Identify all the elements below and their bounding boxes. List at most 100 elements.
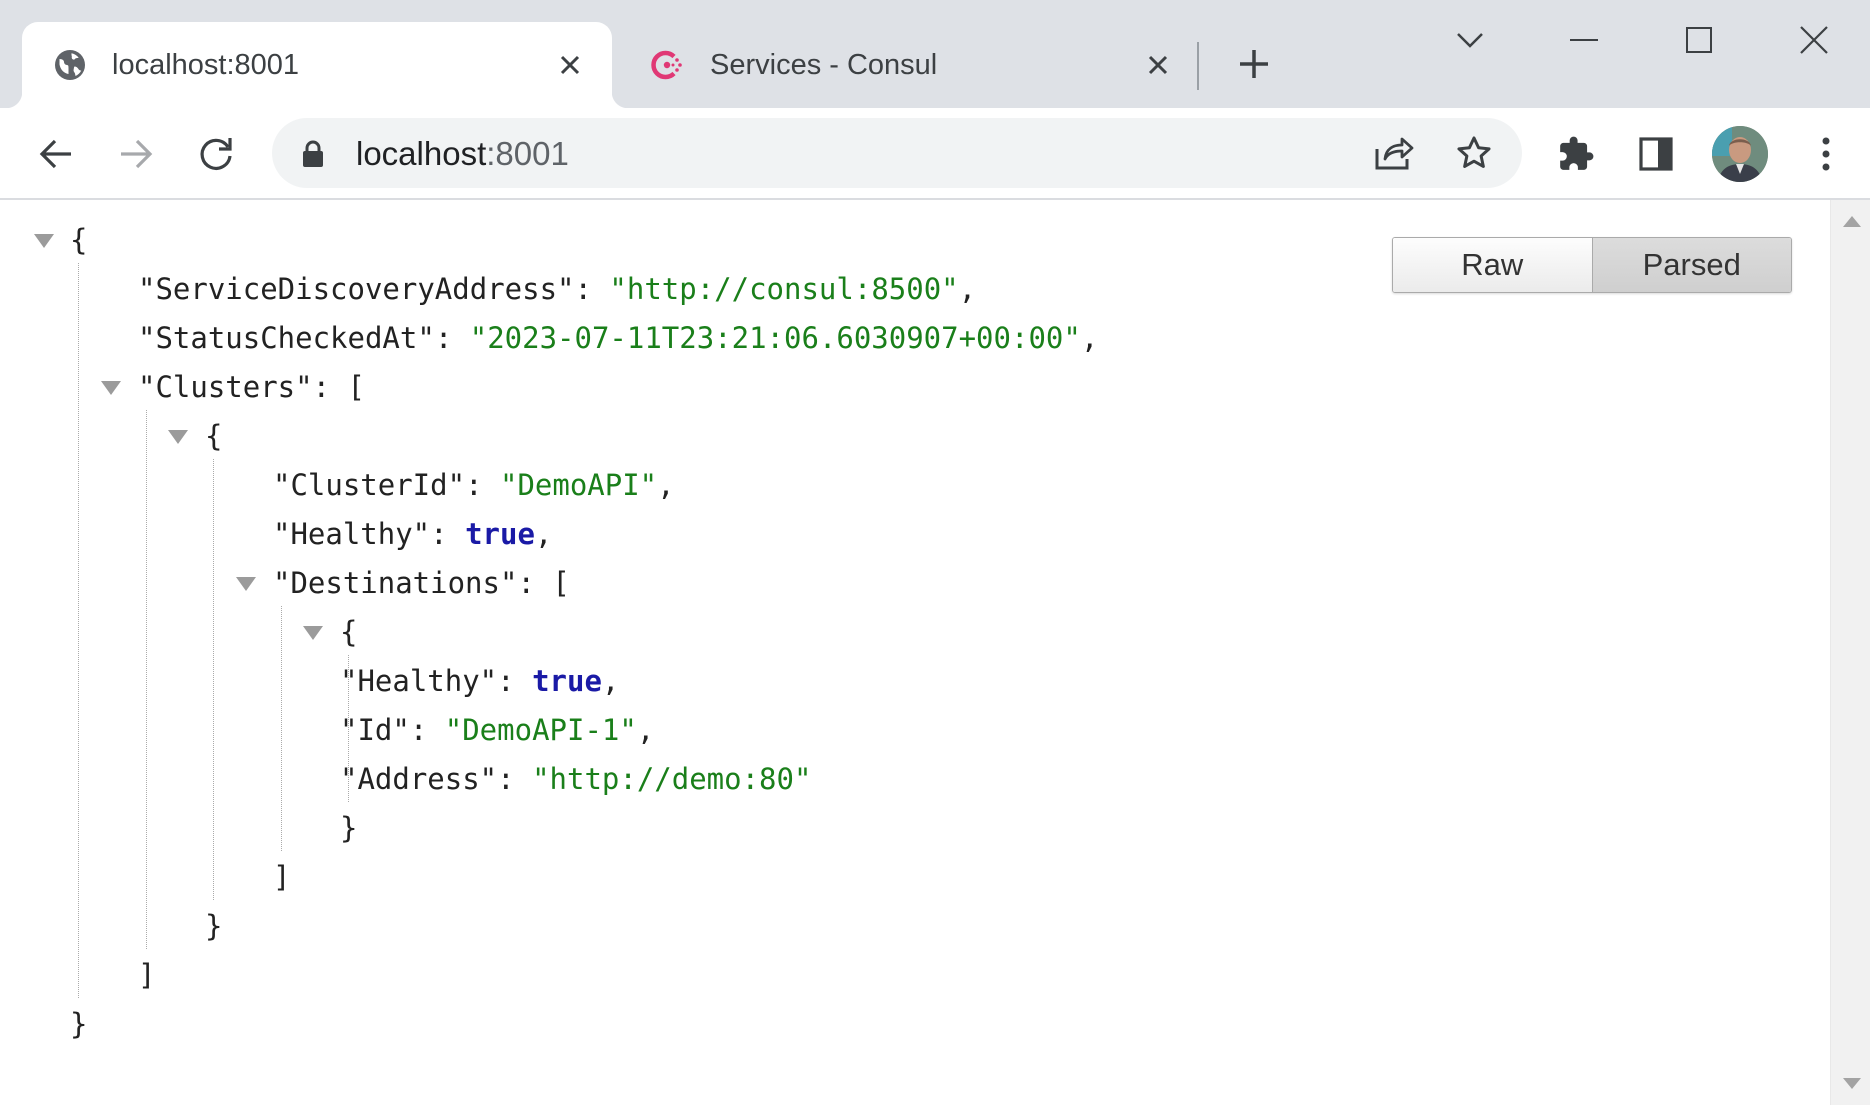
json-line: { <box>70 220 87 260</box>
collapse-toggle-icon[interactable] <box>101 381 121 395</box>
tab-localhost[interactable]: localhost:8001 <box>6 22 628 108</box>
json-line: "Destinations": [ <box>273 563 570 603</box>
json-line: "Id": "DemoAPI-1", <box>340 710 654 750</box>
parsed-button[interactable]: Parsed <box>1591 238 1791 292</box>
json-comma: , <box>636 713 655 747</box>
address-bar[interactable]: localhost:8001 <box>272 118 1522 188</box>
json-colon: : <box>312 370 348 404</box>
share-icon[interactable] <box>1374 133 1414 173</box>
json-key: "Clusters" <box>138 370 313 404</box>
json-key: "ServiceDiscoveryAddress" <box>138 272 575 306</box>
collapse-toggle-icon[interactable] <box>303 626 323 640</box>
json-line: ] <box>138 955 155 995</box>
json-line: ] <box>273 857 290 897</box>
extensions-puzzle-icon[interactable] <box>1552 130 1600 178</box>
indent-guide <box>213 459 214 900</box>
tab-search-chevron-icon[interactable] <box>1446 18 1494 62</box>
json-line: "ClusterId": "DemoAPI", <box>273 465 675 505</box>
json-key: "StatusCheckedAt" <box>138 321 435 355</box>
json-key: "Healthy" <box>340 664 498 698</box>
json-line: } <box>70 1004 87 1044</box>
browser-toolbar: localhost:8001 <box>0 108 1870 200</box>
scroll-up-arrow-icon[interactable] <box>1843 216 1861 227</box>
json-colon: : <box>434 321 470 355</box>
json-string-value: "http://demo:80" <box>532 762 812 796</box>
json-bracket: { <box>205 419 223 453</box>
tab-title: Services - Consul <box>710 48 938 81</box>
json-line: "Address": "http://demo:80" <box>340 759 811 799</box>
json-colon: : <box>517 566 553 600</box>
indent-guide <box>348 655 349 802</box>
tab-services-consul[interactable]: Services - Consul <box>620 22 1180 108</box>
back-arrow-icon[interactable] <box>32 130 80 178</box>
raw-parsed-toggle: Raw Parsed <box>1392 237 1792 293</box>
json-line: { <box>340 612 357 652</box>
json-colon: : <box>465 468 500 502</box>
json-comma: , <box>534 517 553 551</box>
json-line: } <box>205 906 222 946</box>
lock-icon[interactable] <box>302 140 324 173</box>
indent-guide <box>281 606 282 851</box>
side-panel-icon[interactable] <box>1632 130 1680 178</box>
raw-button[interactable]: Raw <box>1393 238 1592 292</box>
indent-guide <box>146 410 147 949</box>
json-line: } <box>340 808 357 848</box>
vertical-scrollbar[interactable] <box>1830 200 1870 1105</box>
json-key: "Healthy" <box>273 517 431 551</box>
json-comma: , <box>601 664 620 698</box>
json-key: "Address" <box>340 762 498 796</box>
collapse-toggle-icon[interactable] <box>236 577 256 591</box>
json-viewer: { "ServiceDiscoveryAddress": "http://cons… <box>0 200 1830 1105</box>
json-bracket: } <box>340 811 358 845</box>
bookmark-star-icon[interactable] <box>1454 133 1494 173</box>
json-line: "Healthy": true, <box>340 661 619 701</box>
maximize-icon[interactable] <box>1675 18 1723 62</box>
new-tab-plus-icon[interactable] <box>1234 44 1274 84</box>
more-menu-icon[interactable] <box>1802 130 1850 178</box>
url-text[interactable]: localhost:8001 <box>356 135 569 173</box>
json-boolean-value: true <box>532 664 602 698</box>
globe-icon <box>52 47 88 83</box>
forward-arrow-icon[interactable] <box>112 130 160 178</box>
json-colon: : <box>574 272 610 306</box>
json-key: "ClusterId" <box>273 468 466 502</box>
json-boolean-value: true <box>465 517 535 551</box>
url-host: localhost <box>356 135 487 172</box>
json-comma: , <box>958 272 977 306</box>
tab-close-icon[interactable] <box>552 47 588 83</box>
json-bracket: ] <box>273 860 291 894</box>
json-bracket: { <box>340 615 358 649</box>
collapse-toggle-icon[interactable] <box>168 430 188 444</box>
profile-avatar[interactable] <box>1712 126 1768 182</box>
tab-close-icon[interactable] <box>1140 47 1176 83</box>
tab-strip: localhost:8001 Services - Consul <box>0 0 1870 108</box>
json-line: "ServiceDiscoveryAddress": "http://consu… <box>138 269 976 309</box>
json-colon: : <box>497 762 533 796</box>
json-comma: , <box>657 468 675 502</box>
minimize-icon[interactable] <box>1560 18 1608 62</box>
collapse-toggle-icon[interactable] <box>34 234 54 248</box>
reload-icon[interactable] <box>192 130 240 178</box>
json-bracket: { <box>70 223 88 257</box>
tab-separator <box>1197 42 1199 90</box>
json-bracket: [ <box>552 566 570 600</box>
json-string-value: "DemoAPI" <box>499 468 658 502</box>
json-comma: , <box>1080 321 1099 355</box>
json-bracket: } <box>205 909 223 943</box>
json-string-value: "DemoAPI-1" <box>444 713 637 747</box>
json-line: { <box>205 416 222 456</box>
window-close-icon[interactable] <box>1790 18 1838 62</box>
json-colon: : <box>409 713 445 747</box>
json-bracket: [ <box>347 370 365 404</box>
scroll-down-arrow-icon[interactable] <box>1843 1078 1861 1089</box>
json-key: "Id" <box>340 713 410 747</box>
json-bracket: } <box>70 1007 88 1041</box>
json-line: "Clusters": [ <box>138 367 365 407</box>
json-key: "Destinations" <box>273 566 518 600</box>
url-port: :8001 <box>486 135 569 172</box>
json-colon: : <box>430 517 466 551</box>
json-line: "StatusCheckedAt": "2023-07-11T23:21:06.… <box>138 318 1098 358</box>
consul-logo-icon <box>650 47 686 83</box>
indent-guide <box>78 263 79 998</box>
json-string-value: "http://consul:8500" <box>609 272 959 306</box>
